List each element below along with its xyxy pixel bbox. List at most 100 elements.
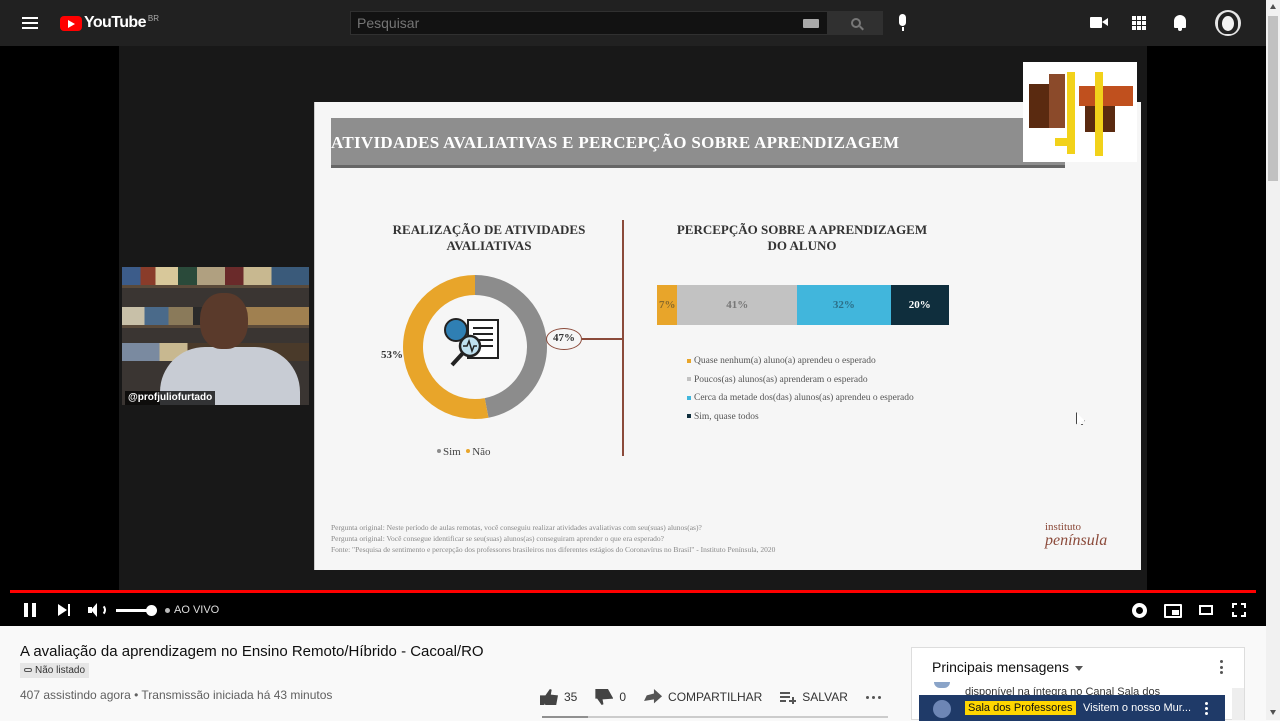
bar-legend-item: Sim, quase todos	[687, 408, 914, 427]
share-button[interactable]: COMPARTILHAR	[644, 689, 762, 705]
like-button[interactable]: 35	[540, 689, 577, 705]
video-player[interactable]: ATIVIDADES AVALIATIVAS E PERCEPÇÃO SOBRE…	[0, 46, 1266, 626]
live-label: AO VIVO	[174, 604, 220, 616]
playlist-add-icon	[780, 690, 797, 704]
stacked-bar-chart: 7% 41% 32% 20%	[657, 285, 949, 325]
bar-segment: 20%	[890, 285, 949, 325]
webcam-handle-tag: @profjuliofurtado	[125, 391, 216, 405]
youtube-play-icon	[60, 15, 82, 31]
progress-bar[interactable]	[10, 590, 1256, 593]
pause-button[interactable]	[22, 602, 38, 618]
theater-mode-icon[interactable]	[1199, 605, 1213, 615]
notifications-bell-icon[interactable]	[1172, 14, 1188, 32]
footnote-1: Pergunta original: Neste período de aula…	[331, 523, 702, 532]
scroll-down-arrow-icon[interactable]	[1270, 710, 1276, 715]
slide-footnotes: Pergunta original: Neste período de aula…	[331, 522, 775, 555]
share-arrow-icon	[644, 689, 663, 704]
volume-slider-knob[interactable]	[146, 605, 157, 616]
like-ratio-bar	[542, 716, 888, 718]
pinned-more-vertical-icon[interactable]	[1205, 702, 1208, 715]
pinned-message-text: Visitem o nosso Mur...	[1083, 702, 1192, 714]
create-video-icon[interactable]	[1090, 16, 1108, 29]
logo-block	[1079, 86, 1133, 106]
save-label: SALVAR	[802, 690, 848, 704]
account-avatar[interactable]	[1215, 10, 1241, 36]
scroll-thumb[interactable]	[1268, 16, 1278, 181]
jf-logo	[1023, 62, 1137, 162]
slide-divider	[622, 220, 624, 456]
legend-label: Quase nenhum(a) aluno(a) aprendeu o espe…	[694, 356, 876, 366]
next-video-button[interactable]	[58, 603, 72, 617]
dislike-button[interactable]: 0	[595, 689, 626, 705]
bar-chart-title: PERCEPÇÃO SOBRE A APRENDIZAGEM DO ALUNO	[647, 222, 957, 254]
bar-legend-item: Cerca da metade dos(das) alunos(as) apre…	[687, 389, 914, 408]
presenter-head	[200, 293, 248, 349]
country-code: BR	[147, 13, 159, 23]
chat-message-avatar	[934, 682, 950, 688]
search-button[interactable]	[828, 11, 883, 35]
callout-line	[582, 338, 622, 340]
view-info: 407 assistindo agora • Transmissão inici…	[20, 688, 332, 702]
pinned-message-banner[interactable]: Sala dos Professores Visitem o nosso Mur…	[919, 695, 1225, 721]
logo-block	[1095, 72, 1103, 156]
legend-label: Poucos(as) alunos(as) aprenderam o esper…	[694, 374, 868, 385]
chat-scrollbar[interactable]	[1232, 688, 1244, 720]
logo-block	[1049, 74, 1065, 128]
chevron-down-icon	[1074, 665, 1083, 671]
menu-icon[interactable]	[18, 12, 42, 34]
scroll-up-arrow-icon[interactable]	[1270, 4, 1276, 9]
search-box	[350, 11, 828, 35]
search-icon	[850, 18, 861, 28]
volume-icon[interactable]	[88, 602, 106, 618]
live-indicator[interactable]: AO VIVO	[165, 604, 219, 616]
fullscreen-icon[interactable]	[1232, 603, 1246, 617]
chat-more-vertical-icon[interactable]	[1220, 660, 1224, 674]
keyboard-icon[interactable]	[803, 19, 819, 28]
page-scrollbar[interactable]	[1266, 0, 1280, 720]
assessment-icon	[444, 318, 499, 367]
donut-label-sim: 47%	[546, 328, 582, 350]
legend-swatch	[687, 377, 691, 382]
more-actions-button[interactable]	[865, 689, 881, 705]
save-button[interactable]: SALVAR	[780, 690, 848, 704]
legend-swatch	[687, 414, 691, 419]
player-controls: AO VIVO	[0, 596, 1266, 626]
presentation-slide: ATIVIDADES AVALIATIVAS E PERCEPÇÃO SOBRE…	[314, 102, 1141, 570]
donut-chart-title: REALIZAÇÃO DE ATIVIDADES AVALIATIVAS	[375, 222, 603, 254]
legend-dot-nao	[466, 449, 471, 454]
like-ratio-fill	[542, 716, 588, 718]
footnote-2: Pergunta original: Você consegue identif…	[331, 534, 665, 543]
masthead: YouTube BR	[0, 0, 1266, 46]
viewer-count: 407 assistindo agora	[20, 688, 131, 702]
unlisted-badge: Não listado	[20, 663, 90, 678]
apps-grid-icon[interactable]	[1132, 16, 1146, 30]
live-dot-icon	[165, 607, 170, 613]
footnote-3: Fonte: "Pesquisa de sentimento e percepç…	[331, 545, 776, 554]
donut-chart-title-line-2: AVALIATIVAS	[446, 238, 532, 253]
search-input[interactable]	[351, 12, 791, 34]
legend-swatch	[687, 395, 691, 400]
unlisted-label: Não listado	[35, 665, 86, 676]
microphone-icon[interactable]	[895, 12, 911, 34]
shelf	[122, 285, 309, 288]
pinned-author-badge: Sala dos Professores	[965, 701, 1076, 715]
donut-label-nao: 53%	[381, 349, 403, 361]
youtube-logo[interactable]: YouTube BR	[60, 12, 159, 34]
like-count: 35	[564, 690, 578, 704]
legend-label: Sim, quase todos	[694, 411, 759, 422]
legend-nao: Não	[472, 446, 491, 458]
live-chat-panel: Principais mensagens disponível na ínteg…	[911, 647, 1245, 721]
bar-segment: 41%	[677, 285, 798, 325]
link-icon	[24, 668, 32, 673]
bar-legend-item: Quase nenhum(a) aluno(a) aprendeu o espe…	[687, 352, 914, 371]
miniplayer-icon[interactable]	[1164, 604, 1182, 618]
more-horizontal-icon	[865, 689, 881, 705]
settings-gear-icon[interactable]	[1132, 603, 1147, 618]
chat-mode-selector[interactable]: Principais mensagens	[932, 659, 1083, 675]
webcam-overlay	[122, 267, 309, 405]
video-actions: 35 0 COMPARTILHAR SALVAR	[540, 684, 899, 710]
institute-line-2: península	[1045, 532, 1108, 549]
stream-start: Transmissão iniciada há 43 minutos	[141, 688, 333, 702]
volume-slider[interactable]	[116, 609, 150, 612]
donut-legend: Sim Não	[437, 446, 491, 458]
